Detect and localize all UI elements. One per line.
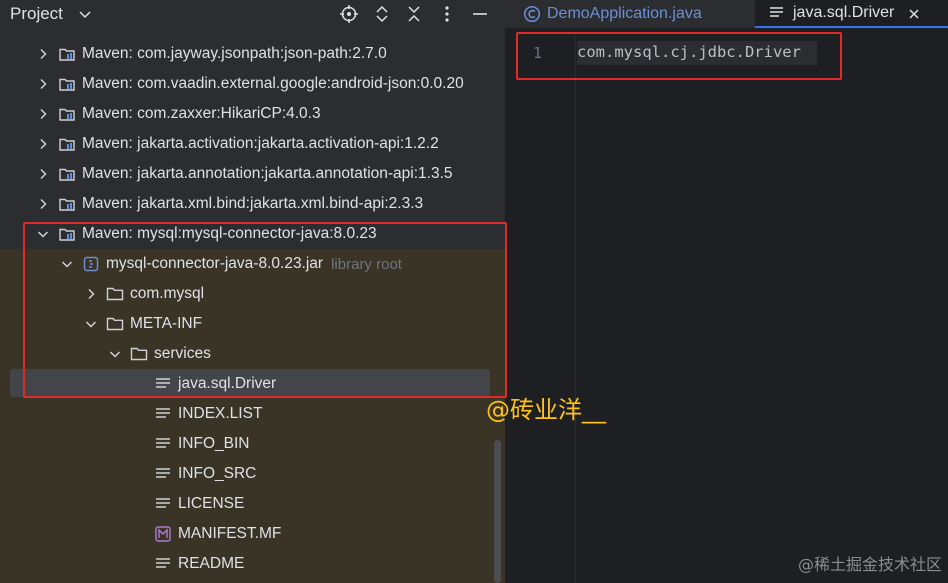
tree-row[interactable]: INDEX.LIST [0,399,505,429]
tree-item-label: Maven: jakarta.annotation:jakarta.annota… [82,165,453,182]
tree-item-label: Maven: com.zaxxer:HikariCP:4.0.3 [82,105,321,122]
tree-item-label: Maven: jakarta.xml.bind:jakarta.xml.bind… [82,195,424,212]
tree-row[interactable]: LICENSE [0,489,505,519]
library-icon [58,75,76,93]
gutter-divider [575,36,576,583]
minimize-icon[interactable] [470,4,490,24]
chevron-right-icon[interactable] [36,107,50,121]
tree-row[interactable]: Maven: jakarta.activation:jakarta.activa… [0,129,505,159]
tab-demo-application[interactable]: DemoApplication.java [523,0,702,28]
chevron-right-icon[interactable] [36,47,50,61]
tree-item-label: Maven: jakarta.activation:jakarta.activa… [82,135,439,152]
tree-item-label: README [178,555,245,572]
tree-row[interactable]: Maven: jakarta.xml.bind:jakarta.xml.bind… [0,189,505,219]
tree-item-label: MANIFEST.MF [178,525,282,542]
tree-item-label: INFO_SRC [178,465,257,482]
site-watermark: @稀土掘金技术社区 [797,555,942,574]
text-file-icon [154,555,172,573]
tree-item-label: INDEX.LIST [178,405,263,422]
library-icon [58,135,76,153]
tree-row[interactable]: INFO_BIN [0,429,505,459]
expand-collapse-icon[interactable] [372,4,392,24]
tree-row[interactable]: Maven: com.jayway.jsonpath:json-path:2.7… [0,39,505,69]
manifest-icon [154,525,172,543]
tree-row[interactable]: Maven: com.zaxxer:HikariCP:4.0.3 [0,99,505,129]
author-watermark: @砖业洋__ [486,396,606,424]
java-class-icon [523,5,541,23]
chevron-right-icon[interactable] [36,77,50,91]
chevron-down-icon[interactable] [78,8,92,20]
project-scrollbar[interactable] [494,440,501,583]
chevron-right-icon[interactable] [36,167,50,181]
chevron-right-icon[interactable] [36,137,50,151]
text-file-icon [154,435,172,453]
project-panel-header: Project [0,0,505,28]
tab-java-sql-driver[interactable]: java.sql.Driver [755,0,948,28]
library-icon [58,165,76,183]
locate-icon[interactable] [339,4,359,24]
tree-item-label: Maven: com.jayway.jsonpath:json-path:2.7… [82,45,387,62]
editor-area: DemoApplication.java java.sql.Driver 1 c… [505,0,948,583]
tree-row[interactable]: MANIFEST.MF [0,519,505,549]
tree-row[interactable]: README [0,549,505,579]
text-file-icon [154,495,172,513]
annotation-box-code [516,32,842,80]
text-file-icon [154,405,172,423]
close-icon[interactable] [908,7,920,19]
chevron-right-icon[interactable] [36,197,50,211]
tab-label: DemoApplication.java [547,5,702,22]
library-icon [58,45,76,63]
collapse-all-icon[interactable] [404,4,424,24]
tab-label: java.sql.Driver [793,4,895,21]
tree-item-label: Maven: com.vaadin.external.google:androi… [82,75,464,92]
editor-tab-bar: DemoApplication.java java.sql.Driver [505,0,948,28]
tree-row[interactable]: Maven: jakarta.annotation:jakarta.annota… [0,159,505,189]
tree-item-label: INFO_BIN [178,435,250,452]
library-icon [58,195,76,213]
tree-row[interactable]: INFO_SRC [0,459,505,489]
more-options-icon[interactable] [437,4,457,24]
tree-row[interactable]: Maven: com.vaadin.external.google:androi… [0,69,505,99]
tree-item-label: LICENSE [178,495,245,512]
project-view-selector[interactable]: Project [10,4,63,24]
library-icon [58,105,76,123]
text-file-icon [154,465,172,483]
annotation-box-library [23,222,507,398]
text-file-icon [769,5,785,21]
